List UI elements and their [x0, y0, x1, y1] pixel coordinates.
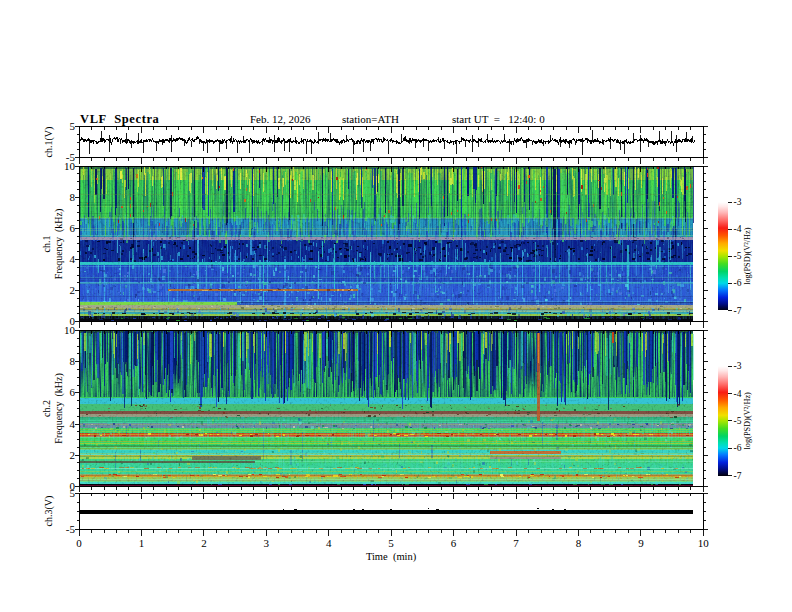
svg-text:-3: -3 [734, 361, 742, 371]
svg-text:Time (min): Time (min) [366, 551, 417, 563]
svg-text:2: 2 [70, 284, 76, 296]
svg-text:-5: -5 [66, 523, 76, 535]
svg-text:10: 10 [64, 324, 76, 336]
svg-text:6: 6 [70, 222, 76, 234]
svg-text:8: 8 [70, 355, 76, 367]
svg-text:-5: -5 [734, 416, 742, 426]
svg-text:Frequency (kHz): Frequency (kHz) [53, 209, 65, 280]
svg-text:-5: -5 [734, 251, 742, 261]
svg-text:-4: -4 [734, 224, 742, 234]
svg-text:0: 0 [76, 537, 82, 549]
svg-text:10: 10 [698, 537, 710, 549]
svg-text:ch.1: ch.1 [42, 235, 53, 252]
svg-text:-3: -3 [734, 197, 742, 207]
svg-text:-4: -4 [734, 389, 742, 399]
svg-text:2: 2 [201, 537, 207, 549]
svg-text:ch.2: ch.2 [42, 400, 53, 417]
svg-text:4: 4 [326, 537, 332, 549]
svg-text:4: 4 [70, 253, 76, 265]
svg-text:Frequency (kHz): Frequency (kHz) [53, 373, 65, 444]
svg-text:6: 6 [451, 537, 457, 549]
svg-text:log(PSD)(V²/Hz): log(PSD)(V²/Hz) [743, 392, 752, 450]
svg-text:-7: -7 [734, 471, 742, 481]
svg-text:8: 8 [576, 537, 582, 549]
svg-text:5: 5 [388, 537, 394, 549]
svg-text:-6: -6 [734, 443, 742, 453]
svg-text:6: 6 [70, 386, 76, 398]
svg-text:VLF Spectra: VLF Spectra [80, 112, 160, 126]
svg-text:5: 5 [70, 487, 76, 499]
svg-text:8: 8 [70, 191, 76, 203]
svg-text:1: 1 [139, 537, 145, 549]
svg-text:2: 2 [70, 449, 76, 461]
svg-text:start UT = 12:40: 0: start UT = 12:40: 0 [452, 113, 545, 125]
svg-text:Feb. 12, 2026: Feb. 12, 2026 [250, 113, 311, 125]
svg-text:4: 4 [70, 418, 76, 430]
svg-text:3: 3 [264, 537, 270, 549]
svg-text:9: 9 [638, 537, 644, 549]
svg-text:10: 10 [64, 160, 76, 172]
svg-text:ch.3(V): ch.3(V) [43, 496, 55, 527]
svg-text:7: 7 [513, 537, 519, 549]
svg-text:station=ATH: station=ATH [342, 113, 399, 125]
svg-text:5: 5 [70, 120, 76, 132]
svg-text:log(PSD)(V²/Hz): log(PSD)(V²/Hz) [743, 227, 752, 285]
svg-text:-6: -6 [734, 278, 742, 288]
svg-text:-7: -7 [734, 306, 742, 316]
svg-text:ch.1(V): ch.1(V) [43, 127, 55, 158]
